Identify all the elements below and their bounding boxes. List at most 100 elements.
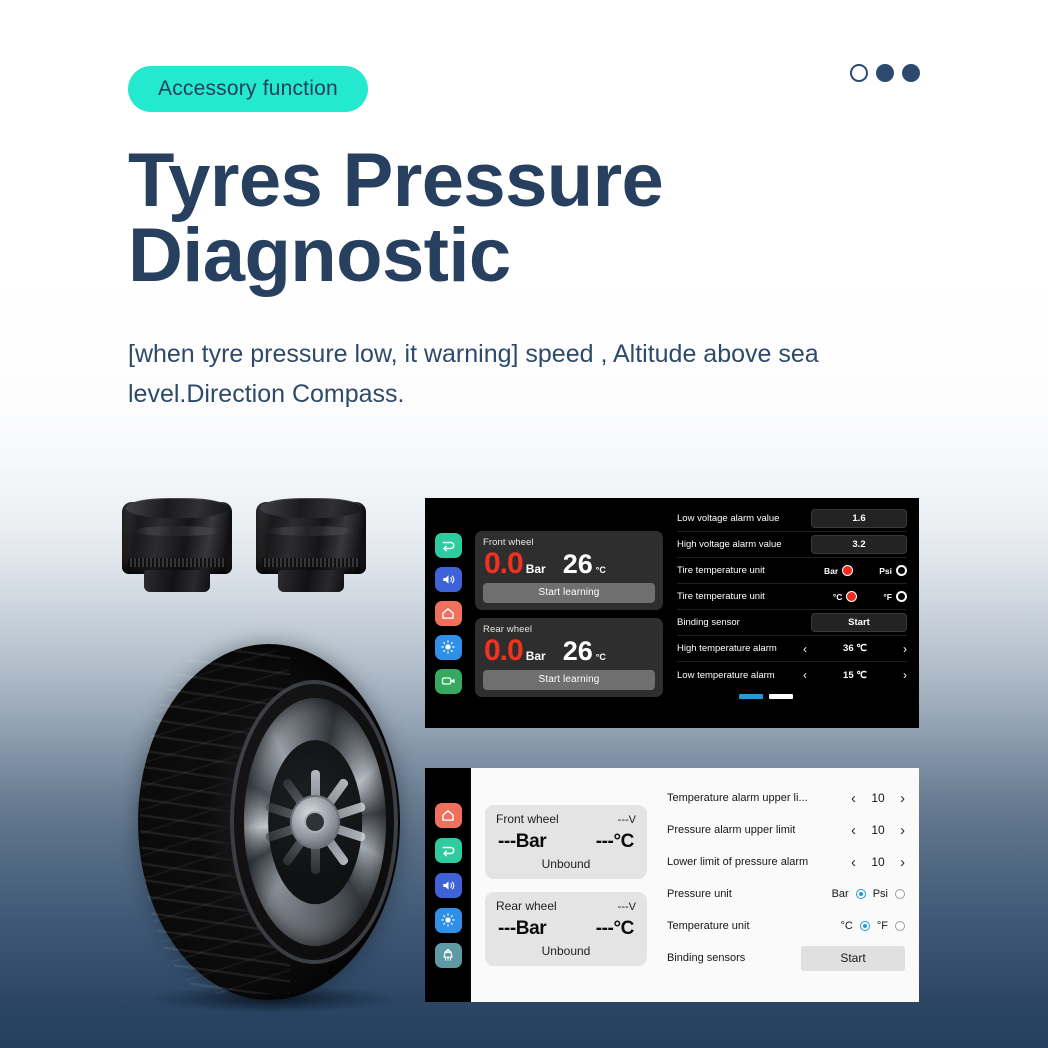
brightness-icon[interactable]	[434, 634, 462, 660]
chevron-right-icon[interactable]: ›	[900, 791, 905, 806]
stepper-value: 15 ℃	[843, 669, 867, 681]
unit-radio-group: Bar Psi	[832, 888, 905, 900]
setting-row-temperature-unit: Temperature unit °C °F	[667, 910, 905, 942]
chevron-left-icon[interactable]: ‹	[851, 855, 856, 870]
radio-psi[interactable]	[896, 565, 907, 576]
chevron-right-icon[interactable]: ›	[903, 643, 907, 655]
setting-row-pressure-alarm-lower-limit: Lower limit of pressure alarm ‹ 10 ›	[667, 846, 905, 878]
camcorder-icon[interactable]	[434, 668, 462, 694]
stepper-value: 36 ℃	[843, 643, 867, 654]
home-icon[interactable]	[434, 600, 462, 626]
light-screen-icon-rail	[425, 768, 471, 1002]
setting-row-pressure-unit: Pressure unit Bar Psi	[667, 878, 905, 910]
wheel-pressure-value: ---Bar	[498, 830, 547, 852]
dark-screen-icon-rail	[425, 498, 471, 728]
wheel-temperature-unit: °C	[595, 565, 606, 575]
radio-label-celsius: °C	[840, 920, 853, 932]
setting-row-temperature-unit: Tire temperature unit °C °F	[677, 584, 907, 610]
wheel-card-rear: Rear wheel 0.0 Bar 26 °C Start learning	[475, 618, 663, 697]
chevron-right-icon[interactable]: ›	[900, 855, 905, 870]
radio-bar-selected[interactable]	[842, 565, 854, 576]
chevron-left-icon[interactable]: ‹	[803, 643, 807, 655]
pagination-dot-3[interactable]	[902, 64, 920, 82]
page-subtitle: [when tyre pressure low, it warning] spe…	[128, 340, 819, 408]
start-learning-button[interactable]: Start learning	[483, 670, 655, 690]
chevron-right-icon[interactable]: ›	[900, 823, 905, 838]
page-indicator-1[interactable]	[739, 694, 763, 699]
stepper: ‹ 10 ›	[851, 823, 905, 838]
radio-label-psi: Psi	[872, 888, 888, 900]
wheel-pressure-unit: Bar	[525, 649, 546, 663]
setting-label: Lower limit of pressure alarm	[667, 856, 809, 868]
dark-screen-wheel-cards: Front wheel 0.0 Bar 26 °C Start learning…	[471, 498, 667, 728]
setting-value-field[interactable]: 1.6	[811, 509, 907, 528]
radio-bar-selected[interactable]	[855, 889, 866, 899]
speaker-icon[interactable]	[434, 566, 462, 592]
dark-screen-settings-list: Low voltage alarm value 1.6 High voltage…	[667, 498, 919, 728]
wheel-pressure-value: 0.0	[484, 547, 524, 580]
page-indicator-2[interactable]	[769, 694, 793, 699]
sensor-cap-left	[118, 492, 236, 592]
setting-label: High voltage alarm value	[677, 539, 782, 550]
wheel-voltage: ---V	[617, 900, 636, 913]
setting-label: Tire temperature unit	[677, 591, 765, 602]
wheel-card-front: Front wheel 0.0 Bar 26 °C Start learning	[475, 531, 663, 610]
back-arrow-icon[interactable]	[434, 837, 462, 863]
radio-label-bar: Bar	[831, 888, 849, 900]
setting-label: Tire temperature unit	[677, 565, 765, 576]
stepper: ‹ 15 ℃ ›	[803, 669, 907, 681]
radio-label-fahrenheit: °F	[876, 920, 888, 932]
wheel-temperature-value: 26	[562, 549, 593, 579]
setting-row-binding-sensors: Binding sensors Start	[667, 942, 905, 974]
pagination-dot-1[interactable]	[850, 64, 868, 82]
setting-row-binding-sensor: Binding sensor Start	[677, 610, 907, 636]
setting-label: Pressure unit	[667, 888, 732, 900]
speaker-icon[interactable]	[434, 872, 462, 898]
tpms-display-light-screen: Front wheel ---V ---Bar ---°C Unbound Re…	[425, 768, 919, 1002]
setting-row-temperature-alarm-upper-limit: Temperature alarm upper li... ‹ 10 ›	[667, 782, 905, 814]
wheel-temperature-unit: °C	[595, 652, 606, 662]
radio-label-celsius: °C	[832, 591, 843, 602]
setting-label: Temperature unit	[667, 920, 750, 932]
chevron-left-icon[interactable]: ‹	[851, 791, 856, 806]
stepper-value: 10	[871, 823, 885, 837]
setting-label: Low temperature alarm	[677, 669, 775, 681]
broom-icon[interactable]	[434, 942, 462, 968]
settings-page-indicator	[739, 694, 907, 699]
wheel-bind-status: Unbound	[541, 943, 591, 958]
radio-fahrenheit[interactable]	[895, 921, 905, 931]
setting-label: Binding sensors	[667, 952, 746, 964]
radio-celsius-selected[interactable]	[846, 591, 858, 602]
light-screen-wheel-cards: Front wheel ---V ---Bar ---°C Unbound Re…	[471, 768, 657, 1002]
motorcycle-tyre-image	[118, 636, 418, 1016]
setting-value-field[interactable]: 3.2	[811, 535, 907, 554]
wheel-temperature-value: ---°C	[595, 830, 635, 852]
home-icon[interactable]	[434, 802, 462, 828]
binding-sensor-start-button[interactable]: Start	[811, 613, 907, 632]
tpms-sensor-caps-image	[118, 492, 398, 602]
setting-row-high-voltage-alarm: High voltage alarm value 3.2	[677, 532, 907, 558]
wheel-temperature-value: ---°C	[595, 917, 635, 939]
chevron-left-icon[interactable]: ‹	[803, 669, 807, 681]
radio-psi[interactable]	[895, 889, 905, 899]
unit-radio-group: °C °F	[833, 591, 907, 602]
setting-row-low-temperature-alarm: Low temperature alarm ‹ 15 ℃ ›	[677, 662, 907, 688]
wheel-pressure-value: ---Bar	[498, 917, 547, 939]
setting-row-high-temperature-alarm: High temperature alarm ‹ 36 ℃ ›	[677, 636, 907, 662]
chevron-left-icon[interactable]: ‹	[851, 823, 856, 838]
chevron-right-icon[interactable]: ›	[903, 669, 907, 681]
back-arrow-icon[interactable]	[434, 532, 462, 558]
radio-fahrenheit[interactable]	[896, 591, 907, 602]
stepper: ‹ 36 ℃ ›	[803, 643, 907, 655]
tpms-display-dark-screen: Front wheel 0.0 Bar 26 °C Start learning…	[425, 498, 919, 728]
start-learning-button[interactable]: Start learning	[483, 583, 655, 603]
pagination-dot-2[interactable]	[876, 64, 894, 82]
radio-celsius-selected[interactable]	[859, 921, 870, 931]
carousel-pagination-dots[interactable]	[850, 64, 920, 82]
brightness-icon[interactable]	[434, 907, 462, 933]
wheel-pressure-unit: Bar	[525, 562, 546, 576]
wheel-label: Rear wheel	[496, 898, 557, 913]
binding-sensors-start-button[interactable]: Start	[801, 945, 905, 971]
accessory-function-badge: Accessory function	[128, 66, 368, 112]
setting-label: Pressure alarm upper limit	[667, 824, 796, 836]
